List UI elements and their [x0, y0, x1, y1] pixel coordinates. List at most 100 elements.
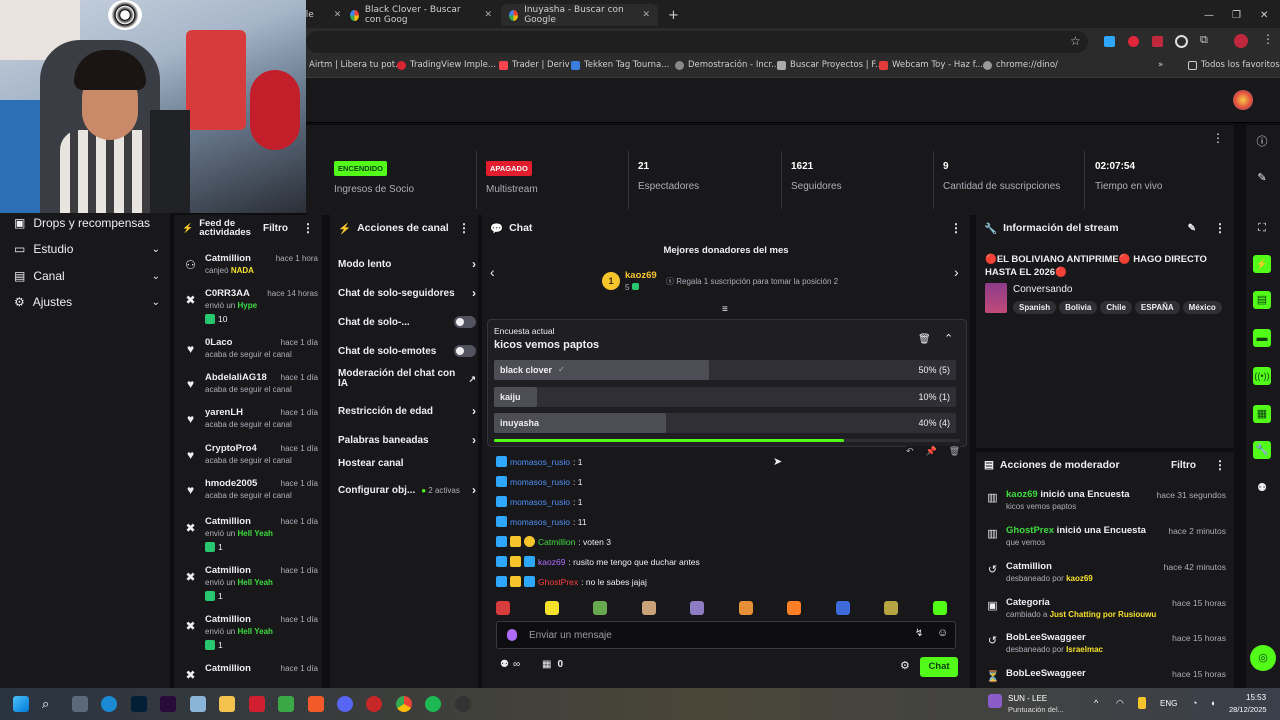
tag[interactable]: Spanish	[1013, 301, 1057, 314]
emote-icon[interactable]	[835, 601, 850, 615]
bookmark[interactable]: Todos los favoritos	[1188, 60, 1280, 70]
gift-callout[interactable]: ⓢ Regala 1 suscripción para tomar la pos…	[666, 276, 838, 287]
emote-icon[interactable]	[738, 601, 753, 615]
photoshop-icon[interactable]	[131, 696, 147, 712]
edge-icon[interactable]	[101, 696, 117, 712]
filter-button[interactable]: Filtro	[1171, 460, 1196, 471]
chevron-left-icon[interactable]: ‹	[490, 264, 495, 280]
windows-start-icon[interactable]	[13, 696, 29, 712]
action-host-channel[interactable]: Hostear canal	[338, 458, 476, 469]
trash-icon[interactable]: 🗑	[949, 446, 960, 457]
emote-icon[interactable]	[593, 601, 607, 615]
chat-username[interactable]: kaoz69	[538, 557, 565, 567]
bookmark[interactable]: Airtm | Libera tu pot...	[309, 60, 403, 70]
chevron-right-icon[interactable]: ›	[954, 264, 959, 280]
search-icon[interactable]: ⌕	[42, 696, 58, 712]
sidebar-item-studio[interactable]: ▭ Estudio ⌄	[14, 242, 160, 256]
app-icon[interactable]	[190, 696, 206, 712]
action-banned-words[interactable]: Palabras baneadas ›	[338, 433, 476, 447]
wifi-icon[interactable]: ◔	[1192, 698, 1197, 708]
bookmark[interactable]: Webcam Toy - Haz f...	[879, 60, 983, 70]
poll-option[interactable]: black clover ✓ 50% (5)	[494, 360, 956, 380]
action-followers-only[interactable]: Chat de solo-seguidores ›	[338, 286, 476, 300]
tray-app-icon[interactable]	[1138, 697, 1146, 709]
sidebar-item-drops[interactable]: ▣ Drops y recompensas	[14, 216, 160, 230]
sidebar-item-settings[interactable]: ⚙ Ajustes ⌄	[14, 295, 160, 309]
action-ai-moderation[interactable]: Moderación del chat con IA ↗	[338, 369, 476, 389]
action-slow-mode[interactable]: Modo lento ›	[338, 257, 476, 271]
extension-icon[interactable]	[1152, 36, 1163, 47]
feed-user-name[interactable]: hmode2005	[205, 478, 257, 489]
clock-date[interactable]: 28/12/2025	[1229, 705, 1267, 714]
browser-tab-active[interactable]: Inuyasha - Buscar con Google ✕	[501, 4, 658, 26]
poll-option[interactable]: inuyasha 40% (4)	[494, 413, 956, 433]
chat-username[interactable]: momasos_rusio	[510, 477, 570, 487]
premiere-icon[interactable]	[160, 696, 176, 712]
info-icon[interactable]: ⓘ	[1253, 133, 1271, 151]
bookmark[interactable]: Buscar Proyectos | F...	[777, 60, 883, 70]
edit-icon[interactable]: ✎	[1188, 223, 1196, 234]
new-tab-icon[interactable]: +	[660, 4, 687, 26]
users-icon[interactable]: ⚉	[1253, 479, 1271, 497]
tag[interactable]: Chile	[1100, 301, 1132, 314]
chat-username[interactable]: momasos_rusio	[510, 457, 570, 467]
action-emotes-only[interactable]: Chat de solo-emotes	[338, 345, 476, 357]
more-options-icon[interactable]: ⋮	[302, 221, 314, 235]
bookmark[interactable]: Demostración - Incr...	[675, 60, 779, 70]
donor-name[interactable]: kaoz69	[625, 270, 657, 281]
chat-username[interactable]: momasos_rusio	[510, 497, 570, 507]
maximize-icon[interactable]: ❐	[1224, 4, 1249, 26]
volume-icon[interactable]: ◖	[1210, 698, 1215, 708]
brave-icon[interactable]	[308, 696, 324, 712]
expand-icon[interactable]: ≡	[722, 304, 728, 315]
mod-log-icon[interactable]: ▦	[1253, 405, 1271, 423]
store-button[interactable]: ▦ 0	[542, 659, 563, 670]
pencil-icon[interactable]: ✎	[1253, 169, 1271, 187]
user-avatar[interactable]	[1233, 90, 1253, 110]
task-view-icon[interactable]	[72, 696, 88, 712]
poll-option[interactable]: kaiju 10% (1)	[494, 387, 956, 407]
points-display[interactable]: ⚉ ∞	[500, 659, 520, 670]
action-subs-only[interactable]: Chat de solo-...	[338, 316, 476, 328]
send-chat-button[interactable]: Chat	[920, 657, 958, 677]
feed-user-name[interactable]: yarenLH	[205, 407, 243, 418]
chrome-icon[interactable]	[396, 696, 412, 712]
pin-icon[interactable]: 📌	[926, 446, 937, 457]
emote-icon[interactable]	[641, 601, 656, 615]
chat-username[interactable]: GhostPrex	[538, 577, 578, 587]
tag[interactable]: México	[1182, 301, 1222, 314]
chat-username[interactable]: momasos_rusio	[510, 517, 570, 527]
discord-icon[interactable]	[337, 696, 353, 712]
gear-icon[interactable]: ⚙	[900, 659, 910, 672]
extension-icon[interactable]	[1175, 35, 1188, 48]
chat-icon[interactable]: ▬	[1253, 329, 1271, 347]
bookmark[interactable]: Trader | Deriv	[499, 60, 570, 70]
emote-icon[interactable]	[496, 601, 510, 615]
microphone-icon[interactable]	[507, 629, 517, 641]
browser-tab[interactable]: Black Clover - Buscar con Goog ✕	[342, 4, 500, 26]
bookmark[interactable]: TradingView Imple...	[397, 60, 496, 70]
chat-username[interactable]: Catmillion	[538, 537, 575, 547]
clock-time[interactable]: 15:53	[1246, 693, 1266, 702]
bookmark[interactable]: Tekken Tag Tourna...	[571, 60, 669, 70]
now-playing-title[interactable]: SUN - LEE	[1008, 694, 1047, 703]
toggle-switch[interactable]	[454, 345, 476, 357]
layout-icon[interactable]: ⛶	[1253, 219, 1271, 237]
toggle-switch[interactable]	[454, 316, 476, 328]
emote-icon[interactable]	[932, 601, 947, 615]
extension-icon[interactable]	[1128, 36, 1139, 47]
extension-icon[interactable]	[1104, 36, 1115, 47]
feed-icon[interactable]: ▤	[1253, 291, 1271, 309]
feed-user-name[interactable]: C0RR3AA	[205, 288, 250, 299]
app-icon[interactable]	[366, 696, 382, 712]
menu-icon[interactable]: ⋮	[1262, 32, 1274, 46]
feed-user-name[interactable]: AbdelaliAG18	[205, 372, 267, 383]
profile-avatar[interactable]	[1234, 34, 1248, 48]
more-options-icon[interactable]: ⋮	[458, 221, 470, 235]
file-explorer-icon[interactable]	[219, 696, 235, 712]
feed-user-name[interactable]: Catmillion	[205, 663, 251, 674]
mod-actor-name[interactable]: GhostPrex	[1006, 525, 1054, 536]
feed-user-name[interactable]: 0Laco	[205, 337, 232, 348]
feed-user-name[interactable]: Catmillion	[205, 253, 251, 264]
tag[interactable]: ESPAÑA	[1134, 301, 1180, 314]
